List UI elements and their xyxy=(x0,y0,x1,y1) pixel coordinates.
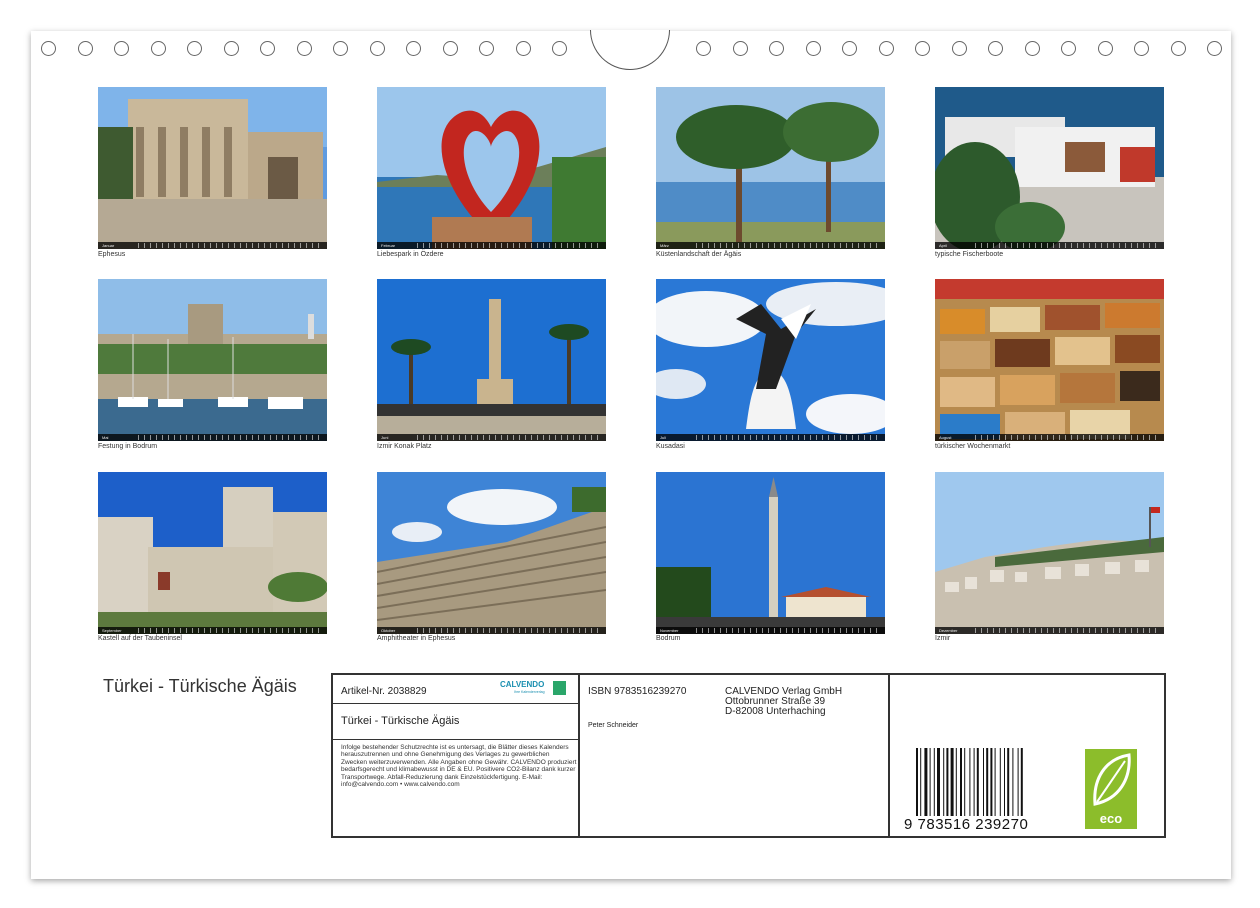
barcode-bar xyxy=(990,748,993,816)
binding-hole xyxy=(842,41,857,56)
barcode-bar xyxy=(986,748,989,816)
binding-hole xyxy=(406,41,421,56)
binding-hole xyxy=(1170,41,1186,56)
barcode-bar xyxy=(1007,748,1010,816)
photo-fischerboote: April xyxy=(935,87,1164,249)
binding-hole xyxy=(77,41,93,56)
legal-notice: Infolge bestehender Schutzrechte ist es … xyxy=(341,744,577,789)
barcode-bar xyxy=(916,748,918,816)
binding-hole xyxy=(150,41,166,56)
isbn: ISBN 9783516239270 xyxy=(588,686,687,697)
barcode-bar xyxy=(1017,748,1019,816)
binding-hole xyxy=(696,41,711,56)
binding-hole xyxy=(260,41,275,56)
photo-caption: Festung in Bodrum xyxy=(98,443,158,450)
barcode-bar xyxy=(955,748,957,816)
binding-hole xyxy=(915,41,930,56)
photo-caption: Izmir Konak Platz xyxy=(377,443,432,450)
photo-caption: Ephesus xyxy=(98,251,126,258)
photo-wochenmarkt: August xyxy=(935,279,1164,441)
leaf-icon xyxy=(1093,753,1131,806)
photo-izmir: Dezember xyxy=(935,472,1164,634)
binding-hole xyxy=(369,41,385,56)
binding-hole xyxy=(515,41,531,56)
barcode-image xyxy=(916,748,1023,816)
photo-caption: Küstenlandschaft der Ägäis xyxy=(656,251,742,258)
barcode-bar xyxy=(976,748,979,816)
photo-bodrum-festung: Mai xyxy=(98,279,327,441)
binding-hole xyxy=(552,41,567,56)
binding-hole xyxy=(1097,41,1113,56)
binding-hole xyxy=(951,41,967,56)
barcode-bar xyxy=(933,748,935,816)
photo-bodrum-moschee: November xyxy=(656,472,885,634)
photo-caption: Amphitheater in Ephesus xyxy=(377,635,456,642)
barcode-bar xyxy=(1004,748,1005,816)
binding-hole xyxy=(333,41,348,56)
binding-hole xyxy=(114,41,129,56)
photo-caption: typische Fischerboote xyxy=(935,251,1004,258)
publisher-line-3: D-82008 Unterhaching xyxy=(725,706,826,717)
barcode-number: 9 783516 239270 xyxy=(904,816,1029,833)
photo-caption: Liebespark in Özdere xyxy=(377,251,444,258)
calendar-title: Türkei - Türkische Ägäis xyxy=(103,676,297,696)
photo-caption: Kastell auf der Taubeninsel xyxy=(98,635,182,642)
article-number: Artikel-Nr. 2038829 xyxy=(341,686,427,697)
barcode-bar xyxy=(964,748,966,816)
photo-liebespark: Februar xyxy=(377,87,606,249)
barcode-bar xyxy=(1012,748,1014,816)
photo-kueste: März xyxy=(656,87,885,249)
binding-hole xyxy=(878,41,894,56)
binding-hole xyxy=(1024,41,1040,56)
eco-badge: eco xyxy=(1085,749,1137,829)
barcode-bar xyxy=(983,748,984,816)
photo-ephesus: Januar xyxy=(98,87,327,249)
barcode-bar xyxy=(943,748,945,816)
barcode-bar xyxy=(999,748,1001,816)
binding-hole xyxy=(988,41,1003,56)
photo-izmir-konak: Juni xyxy=(377,279,606,441)
photo-caption: Izmir xyxy=(935,635,951,642)
photo-caption: Kusadasi xyxy=(656,443,685,450)
barcode-bar xyxy=(920,748,922,816)
barcode-bar xyxy=(960,748,962,816)
barcode-bar xyxy=(937,748,940,816)
barcode-bar xyxy=(1020,748,1023,816)
barcode-bar xyxy=(946,748,949,816)
photo-caption: Bodrum xyxy=(656,635,681,642)
binding-hole xyxy=(805,41,821,56)
barcode-bar xyxy=(973,748,975,816)
barcode-bar xyxy=(929,748,931,816)
binding-hole xyxy=(1207,41,1222,56)
barcode-bar xyxy=(924,748,928,816)
binding-hole xyxy=(479,41,494,56)
binding-hole xyxy=(223,41,239,56)
author: Peter Schneider xyxy=(588,722,639,729)
photo-amphitheater: Oktober xyxy=(377,472,606,634)
binding-hole xyxy=(296,41,312,56)
binding-hole xyxy=(1061,41,1076,56)
photo-kusadasi: Juli xyxy=(656,279,885,441)
binding-hole xyxy=(732,41,748,56)
calvendo-logo: CALVENDO Ihre Kalenderverlag xyxy=(500,680,568,698)
photo-kastell: September xyxy=(98,472,327,634)
binding-hole xyxy=(187,41,202,56)
photo-caption: türkischer Wochenmarkt xyxy=(935,443,1011,450)
binding-hole xyxy=(41,41,56,56)
binding-hole xyxy=(1134,41,1149,56)
barcode-bar xyxy=(950,748,954,816)
barcode-bar xyxy=(994,748,996,816)
binding-hole xyxy=(769,41,784,56)
barcode-bar xyxy=(969,748,971,816)
product-title: Türkei - Türkische Ägäis xyxy=(341,715,460,727)
binding-hole xyxy=(442,41,458,56)
